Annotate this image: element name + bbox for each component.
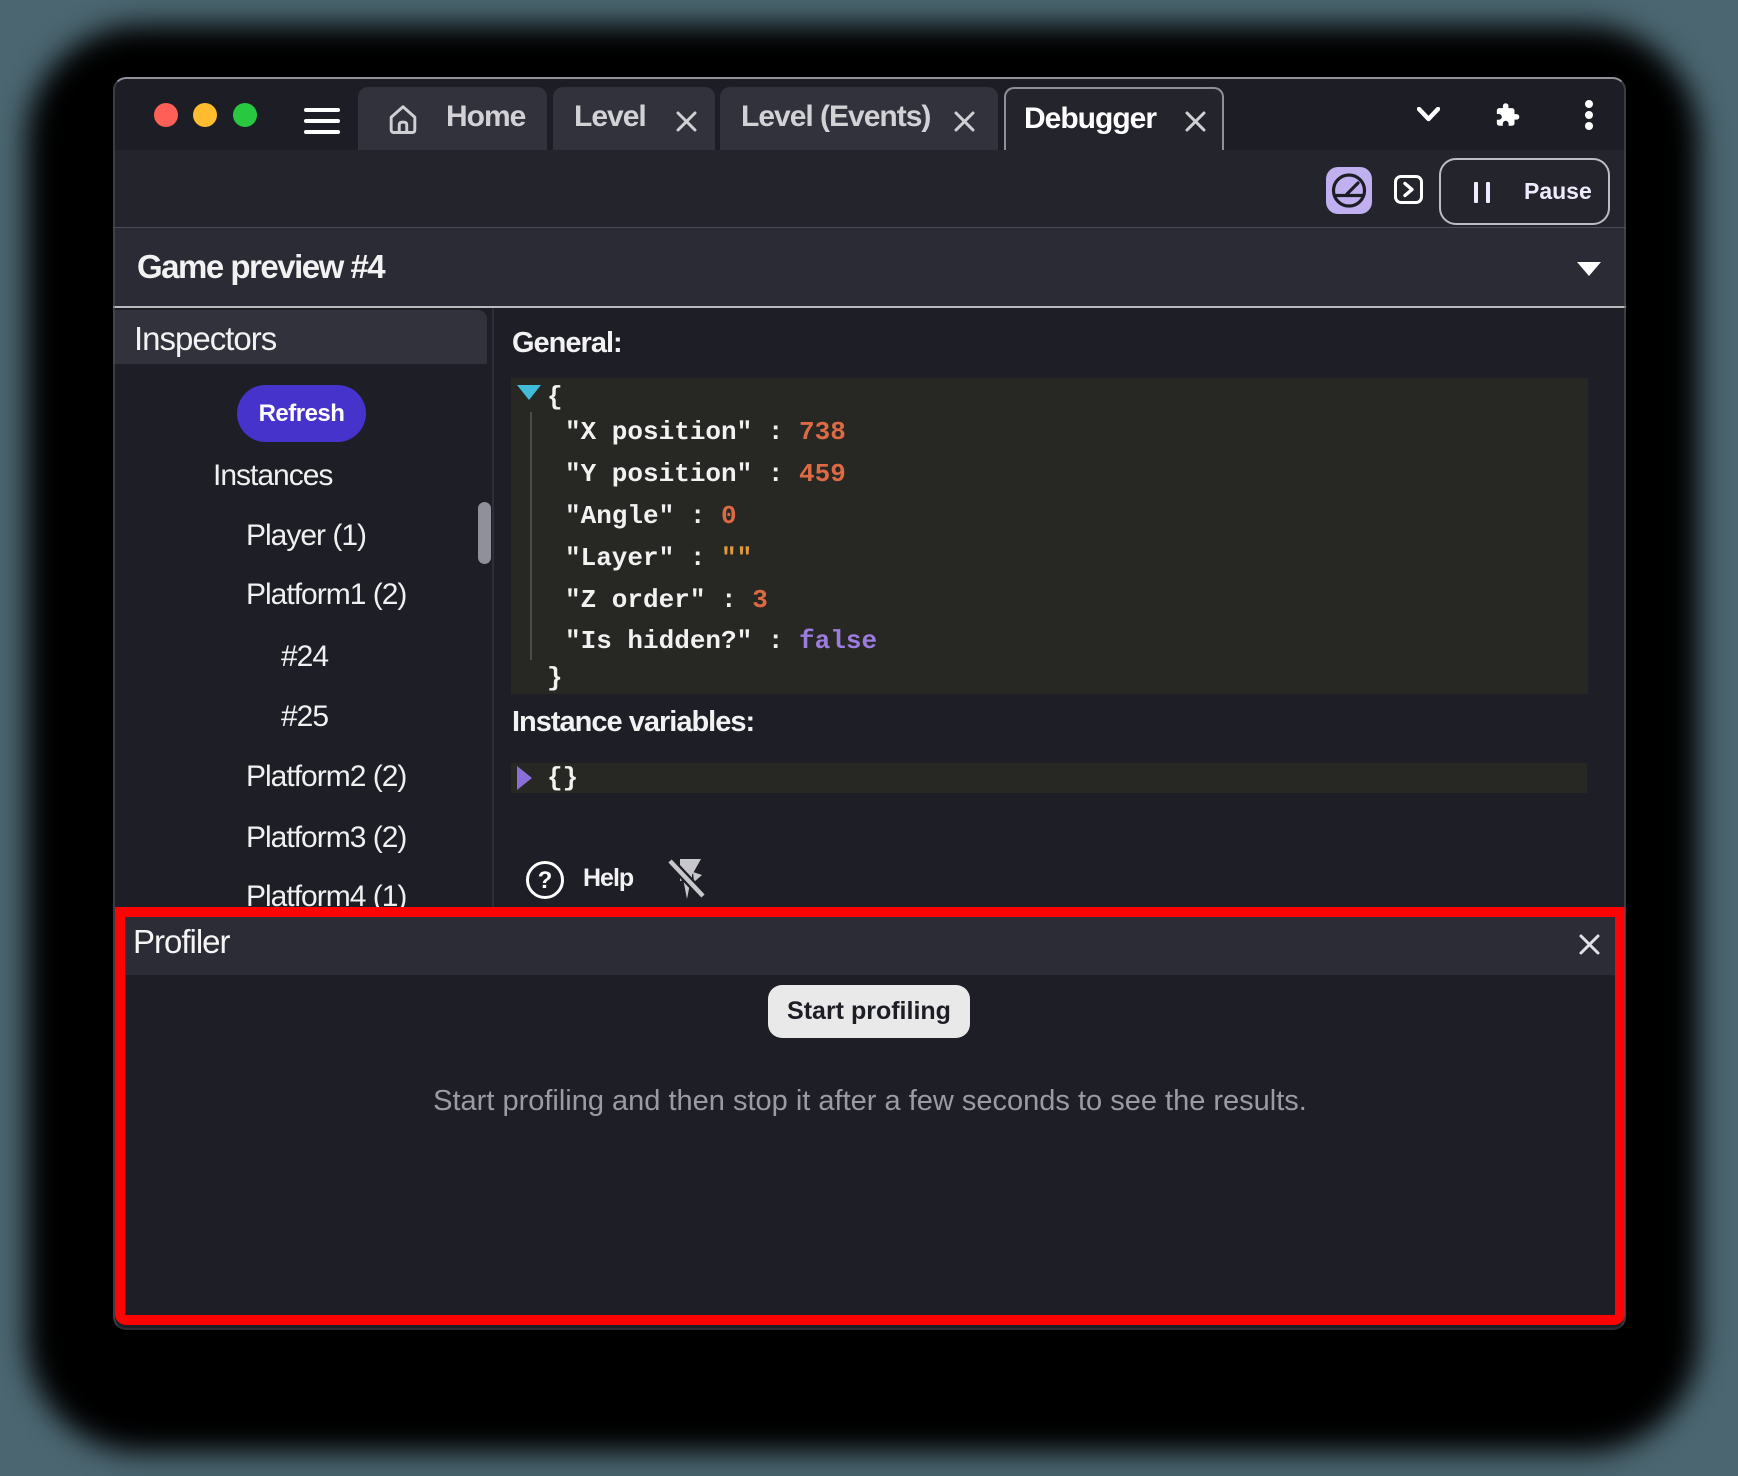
svg-text:?: ? [538,867,553,894]
